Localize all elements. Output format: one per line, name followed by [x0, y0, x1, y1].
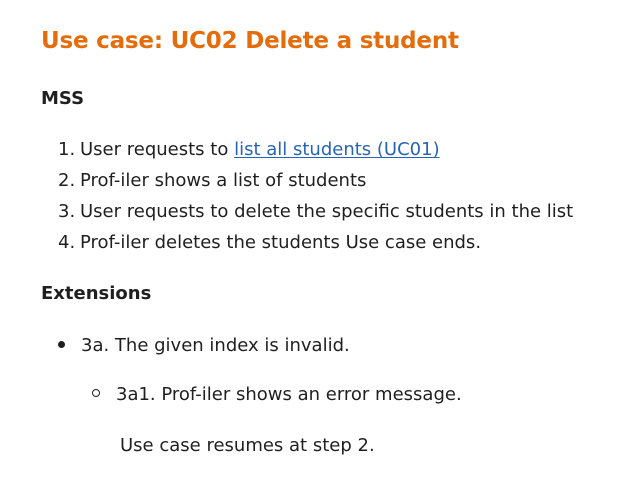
step-number: 3.: [58, 201, 76, 222]
extension-sub-text: 3a1. Prof-iler shows an error message.: [116, 384, 462, 405]
step-number: 1.: [58, 139, 76, 160]
list-all-students-link[interactable]: list all students (UC01): [234, 139, 440, 160]
page: Use case: UC02 Delete a student MSS 1. Us…: [0, 0, 630, 478]
bullet-disc-icon: [58, 340, 65, 348]
extension-resume-text: Use case resumes at step 2.: [120, 435, 375, 456]
extensions-heading: Extensions: [41, 283, 152, 304]
mss-step: 2. Prof-iler shows a list of students: [58, 168, 573, 199]
step-text: Prof-iler shows a list of students: [80, 170, 367, 191]
step-text: User requests to delete the specific stu…: [80, 201, 574, 222]
mss-steps-list: 1. User requests to list all students (UC…: [58, 137, 573, 261]
mss-heading: MSS: [41, 88, 85, 109]
mss-step: 1. User requests to list all students (UC…: [58, 137, 573, 168]
mss-step: 4. Prof-iler deletes the students Use cas…: [58, 230, 573, 261]
extension-text: 3a. The given index is invalid.: [81, 335, 350, 356]
use-case-title: Use case: UC02 Delete a student: [41, 28, 459, 54]
step-text: User requests to: [80, 139, 235, 160]
step-text: Prof-iler deletes the students Use case …: [80, 232, 482, 253]
mss-step: 3. User requests to delete the specific s…: [58, 199, 573, 230]
extension-item: 3a. The given index is invalid.: [58, 333, 350, 359]
step-number: 2.: [58, 170, 76, 191]
step-number: 4.: [58, 232, 76, 253]
extension-sub-item: 3a1. Prof-iler shows an error message.: [92, 382, 462, 408]
bullet-circle-icon: [92, 389, 100, 397]
